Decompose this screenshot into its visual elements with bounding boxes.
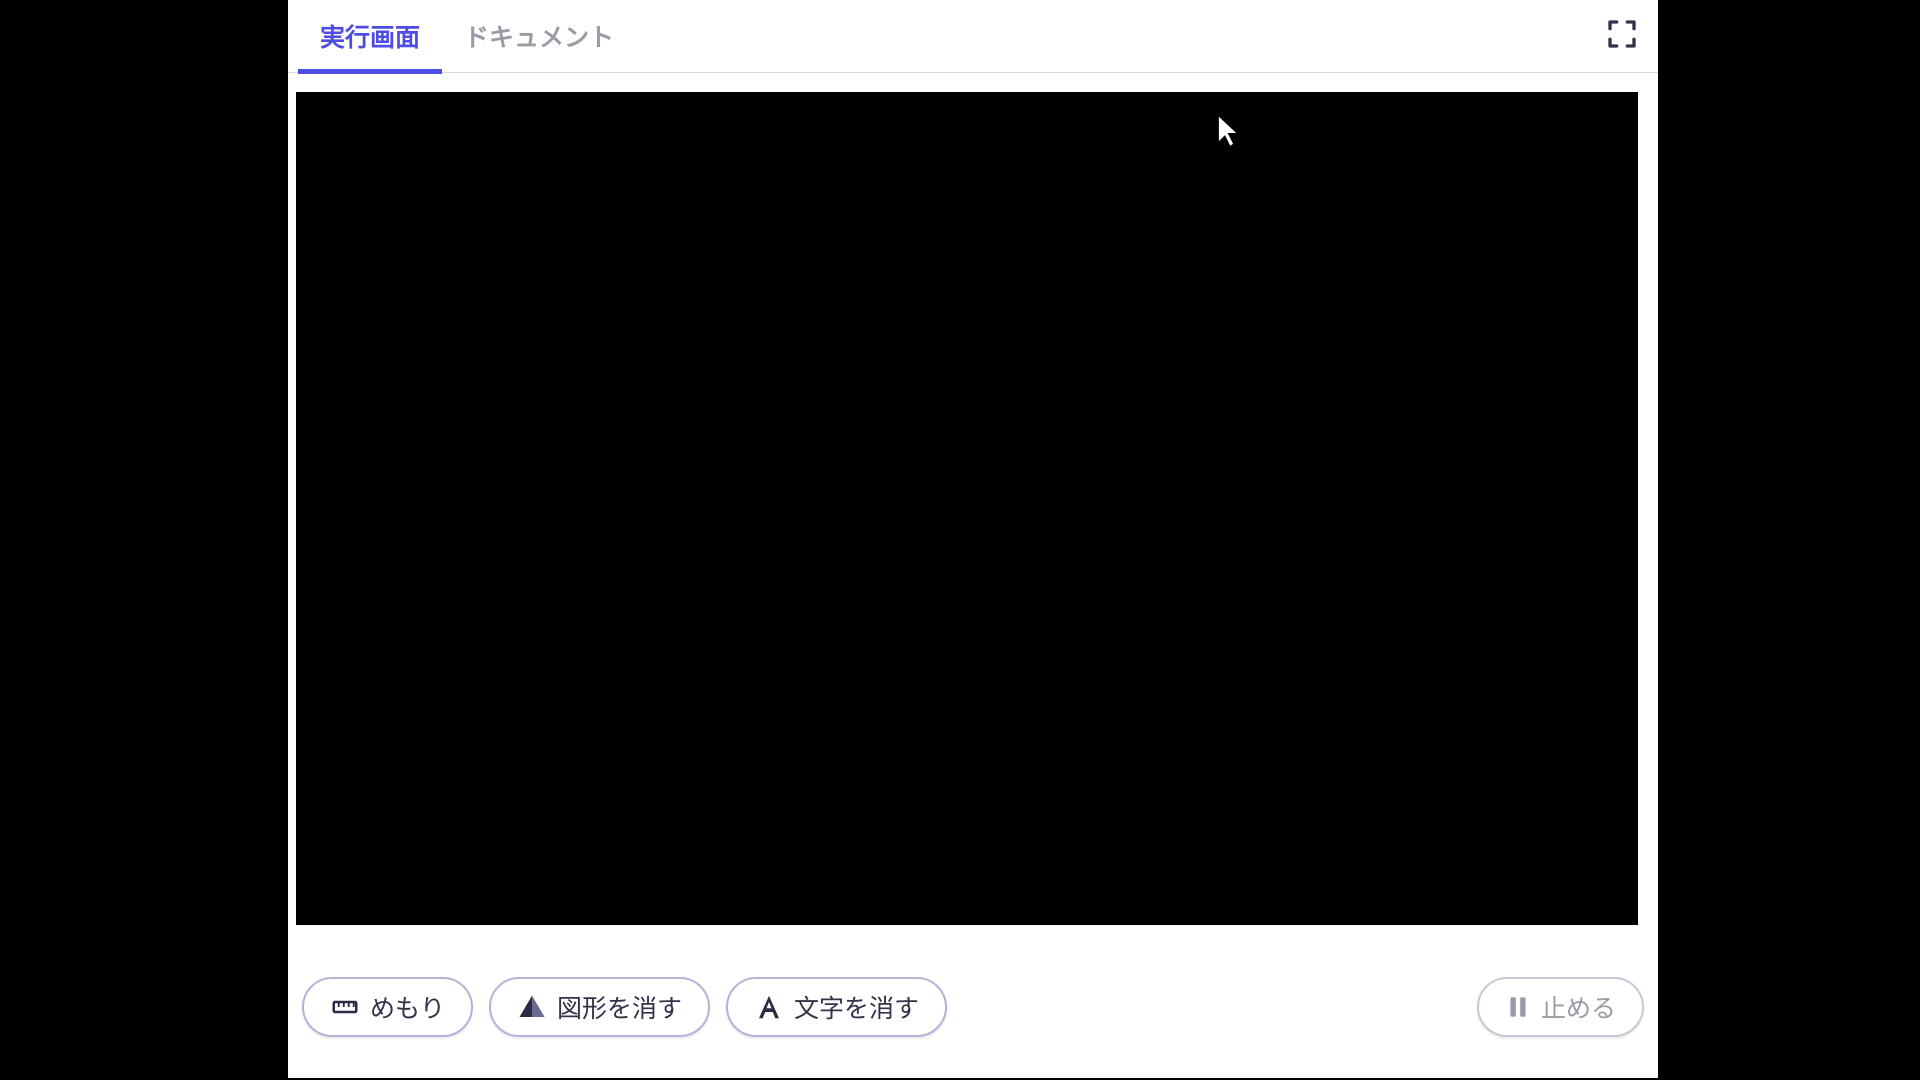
clear-text-button-label: 文字を消す	[794, 989, 919, 1025]
app-frame: 実行画面 ドキュメント	[0, 0, 1920, 1080]
clear-text-button[interactable]: 文字を消す	[726, 977, 947, 1037]
ruler-icon	[330, 992, 360, 1022]
toolbar-bottom: めもり 図形を消す 文字を消す	[302, 972, 1644, 1042]
fullscreen-icon	[1606, 18, 1638, 55]
stop-button[interactable]: 止める	[1477, 977, 1644, 1037]
ruler-button[interactable]: めもり	[302, 977, 473, 1037]
tabs-bar: 実行画面 ドキュメント	[288, 0, 1658, 73]
triangle-icon	[517, 992, 547, 1022]
main-panel: 実行画面 ドキュメント	[288, 0, 1658, 1078]
text-icon	[754, 992, 784, 1022]
tab-run-label: 実行画面	[320, 18, 420, 54]
tab-run[interactable]: 実行画面	[298, 0, 442, 73]
cursor-icon	[1216, 114, 1244, 153]
canvas-area[interactable]	[296, 92, 1638, 925]
tab-document-label: ドキュメント	[464, 18, 614, 54]
stop-button-label: 止める	[1541, 989, 1616, 1025]
clear-shapes-button[interactable]: 図形を消す	[489, 977, 710, 1037]
tab-document[interactable]: ドキュメント	[442, 0, 636, 73]
clear-shapes-button-label: 図形を消す	[557, 989, 682, 1025]
ruler-button-label: めもり	[370, 989, 445, 1025]
fullscreen-button[interactable]	[1604, 18, 1640, 54]
pause-icon	[1505, 994, 1531, 1020]
